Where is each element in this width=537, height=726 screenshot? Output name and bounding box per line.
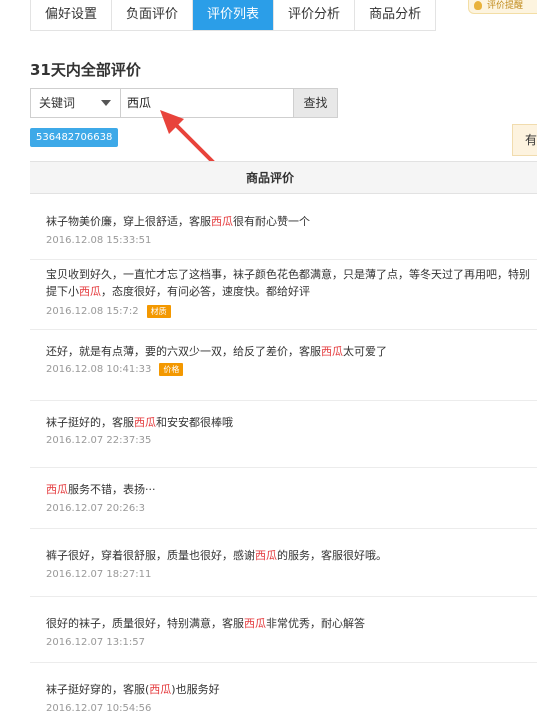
item-id-badge[interactable]: 536482706638 bbox=[30, 128, 119, 147]
tab-preferences[interactable]: 偏好设置 bbox=[31, 0, 113, 30]
search-button[interactable]: 查找 bbox=[294, 88, 338, 118]
tab-negative-reviews[interactable]: 负面评价 bbox=[112, 0, 194, 30]
review-text: 袜子挺好穿的，客服(西瓜)也服务好 bbox=[46, 683, 220, 696]
keyword-highlight: 西瓜 bbox=[134, 416, 156, 429]
table-row: 裤子很好，穿着很舒服，质量也很好，感谢西瓜的服务，客服很好哦。 2016.12.… bbox=[30, 529, 537, 597]
review-time: 2016.12.07 20:26:3 bbox=[46, 503, 145, 514]
keyword-highlight: 西瓜 bbox=[255, 549, 277, 562]
tip-text: 评价提醒 bbox=[487, 1, 524, 11]
caret-down-icon bbox=[101, 100, 111, 106]
review-tag[interactable]: 材质 bbox=[146, 305, 171, 318]
keyword-highlight: 西瓜 bbox=[321, 345, 343, 358]
side-button[interactable]: 有 bbox=[512, 124, 537, 156]
table-row: 袜子挺好穿的，客服(西瓜)也服务好 2016.12.07 10:54:56 bbox=[30, 663, 537, 726]
review-text: 宝贝收到好久，一直忙才忘了这档事，袜子颜色花色都满意，只是薄了点，等冬天过了再用… bbox=[46, 268, 530, 298]
tab-bar: 偏好设置 负面评价 评价列表 评价分析 商品分析 bbox=[30, 0, 437, 31]
keyword-highlight: 西瓜 bbox=[244, 617, 266, 630]
review-table: 商品评价 袜子物美价廉，穿上很舒适，客服西瓜很有耐心赞一个 2016.12.08… bbox=[30, 161, 537, 714]
review-time: 2016.12.07 18:27:11 bbox=[46, 569, 152, 580]
review-text: 还好，就是有点薄，要的六双少一双，给反了差价，客服西瓜太可爱了 bbox=[46, 345, 387, 358]
tab-review-list[interactable]: 评价列表 bbox=[193, 0, 275, 30]
table-row: 很好的袜子，质量很好，特别满意，客服西瓜非常优秀，耐心解答 2016.12.07… bbox=[30, 597, 537, 663]
review-text: 很好的袜子，质量很好，特别满意，客服西瓜非常优秀，耐心解答 bbox=[46, 617, 365, 630]
tip-banner[interactable]: 评价提醒 bbox=[468, 0, 537, 14]
search-type-select[interactable]: 关键词 bbox=[30, 88, 120, 118]
review-time: 2016.12.07 13:1:57 bbox=[46, 637, 145, 648]
table-row: 西瓜服务不错，表扬··· 2016.12.07 20:26:3 bbox=[30, 468, 537, 529]
lightbulb-icon bbox=[474, 1, 482, 10]
section-title: 31天内全部评价 bbox=[30, 61, 141, 79]
review-time: 2016.12.07 22:37:35 bbox=[46, 435, 152, 446]
table-row: 还好，就是有点薄，要的六双少一双，给反了差价，客服西瓜太可爱了 2016.12.… bbox=[30, 330, 537, 401]
review-time: 2016.12.08 15:7:2 材质 bbox=[46, 305, 171, 318]
keyword-highlight: 西瓜 bbox=[211, 215, 233, 228]
table-row: 袜子挺好的，客服西瓜和安安都很棒哦 2016.12.07 22:37:35 bbox=[30, 401, 537, 468]
review-text: 袜子挺好的，客服西瓜和安安都很棒哦 bbox=[46, 416, 233, 429]
keyword-highlight: 西瓜 bbox=[149, 683, 172, 696]
tab-product-analysis[interactable]: 商品分析 bbox=[355, 0, 435, 30]
review-tag[interactable]: 价格 bbox=[159, 363, 184, 376]
tab-review-analysis[interactable]: 评价分析 bbox=[274, 0, 356, 30]
table-header: 商品评价 bbox=[30, 161, 537, 194]
table-row: 袜子物美价廉，穿上很舒适，客服西瓜很有耐心赞一个 2016.12.08 15:3… bbox=[30, 195, 537, 260]
review-time: 2016.12.08 10:41:33 价格 bbox=[46, 363, 184, 376]
review-text: 西瓜服务不错，表扬··· bbox=[46, 483, 156, 496]
keyword-highlight: 西瓜 bbox=[46, 483, 68, 496]
review-time: 2016.12.08 15:33:51 bbox=[46, 235, 152, 246]
review-time: 2016.12.07 10:54:56 bbox=[46, 703, 152, 714]
review-text: 裤子很好，穿着很舒服，质量也很好，感谢西瓜的服务，客服很好哦。 bbox=[46, 549, 387, 562]
search-type-value: 关键词 bbox=[39, 96, 76, 110]
table-row: 宝贝收到好久，一直忙才忘了这档事，袜子颜色花色都满意，只是薄了点，等冬天过了再用… bbox=[30, 260, 537, 330]
review-text: 袜子物美价廉，穿上很舒适，客服西瓜很有耐心赞一个 bbox=[46, 215, 310, 228]
keyword-highlight: 西瓜 bbox=[79, 285, 101, 298]
